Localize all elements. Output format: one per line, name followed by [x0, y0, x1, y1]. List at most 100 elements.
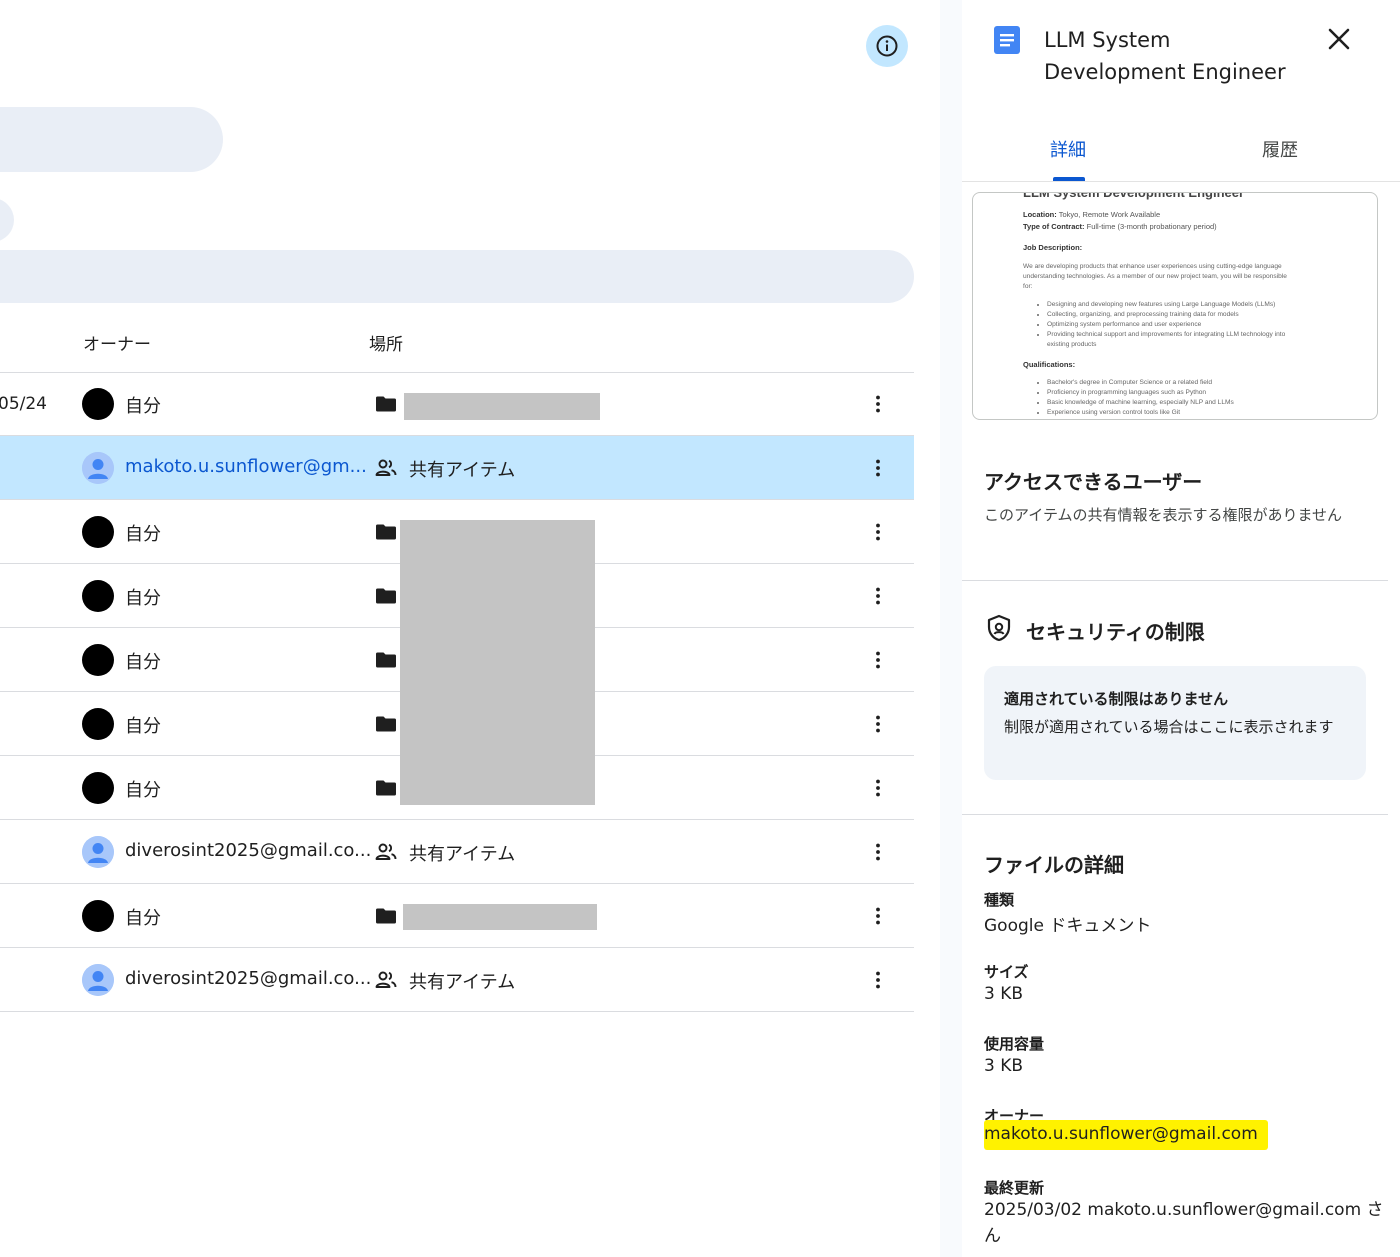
shared-users-icon: [374, 456, 398, 480]
avatar: [82, 452, 114, 484]
details-panel: LLM System Development Engineer 詳細 履歴 LL…: [962, 0, 1400, 1257]
preview-text: for:: [1023, 283, 1033, 290]
list-item: Bachelor's degree in Computer Science or…: [1047, 378, 1234, 388]
owner-value: makoto.u.sunflower@gmail.com: [984, 1120, 1268, 1150]
redacted-location: [404, 393, 600, 420]
details-toggle-button[interactable]: [866, 25, 908, 67]
size-value: 3 KB: [984, 984, 1024, 1004]
tab-activity[interactable]: 履歴: [1262, 136, 1298, 162]
owner-name: diverosint2025@gmail.co...: [125, 840, 372, 861]
folder-icon: [374, 712, 398, 736]
more-actions-icon[interactable]: [866, 840, 890, 864]
owner-name: diverosint2025@gmail.co...: [125, 968, 372, 989]
restrictions-box: 適用されている制限はありません 制限が適用されている場合はここに表示されます: [984, 666, 1366, 780]
google-docs-icon: [994, 26, 1020, 54]
more-actions-icon[interactable]: [866, 904, 890, 928]
owner-name: 自分: [125, 588, 161, 609]
filter-chip-placeholder[interactable]: [0, 107, 223, 172]
more-actions-icon[interactable]: [866, 584, 890, 608]
preview-heading: LLM System Development Engineer: [1023, 192, 1245, 200]
access-section-text: このアイテムの共有情報を表示する権限がありません: [984, 506, 1343, 524]
folder-icon: [374, 776, 398, 800]
avatar: [82, 772, 114, 804]
more-actions-icon[interactable]: [866, 968, 890, 992]
list-item: Basic knowledge of machine learning, esp…: [1047, 398, 1234, 408]
list-item: existing products: [1047, 341, 1097, 348]
avatar: [82, 580, 114, 612]
avatar: [82, 644, 114, 676]
location-text: 共有アイテム: [409, 972, 516, 993]
preview-qualifications-label: Qualifications:: [1023, 360, 1076, 369]
avatar: [82, 708, 114, 740]
more-actions-icon[interactable]: [866, 520, 890, 544]
owner-name: 自分: [125, 652, 161, 673]
more-actions-icon[interactable]: [866, 456, 890, 480]
folder-icon: [374, 584, 398, 608]
tab-divider: [962, 181, 1400, 182]
list-item: Providing technical support and improvem…: [1047, 330, 1285, 340]
folder-icon: [374, 520, 398, 544]
list-item: Proficiency in programming languages suc…: [1047, 388, 1234, 398]
type-label: 種類: [984, 891, 1015, 909]
shared-users-icon: [374, 968, 398, 992]
owner-name: 自分: [125, 524, 161, 545]
preview-duties-list: Designing and developing new features us…: [1047, 300, 1285, 350]
more-actions-icon[interactable]: [866, 712, 890, 736]
list-item: Optimizing system performance and user e…: [1047, 320, 1285, 330]
panel-gutter: [940, 0, 962, 1257]
storage-used-value: 3 KB: [984, 1056, 1024, 1076]
owner-name: makoto.u.sunflower@gm...: [125, 456, 367, 477]
person-icon: [82, 452, 114, 484]
column-header-owner[interactable]: オーナー: [83, 330, 151, 355]
person-icon: [82, 836, 114, 868]
owner-name: 自分: [125, 780, 161, 801]
storage-used-label: 使用容量: [984, 1035, 1045, 1053]
modified-value: 2025/03/02 makoto.u.sunflower@gmail.com …: [984, 1200, 1384, 1246]
table-row[interactable]: diverosint2025@gmail.co... 共有アイテム: [0, 820, 914, 884]
document-preview[interactable]: LLM System Development Engineer Location…: [972, 192, 1378, 420]
owner-name: 自分: [125, 908, 161, 929]
folder-icon: [374, 648, 398, 672]
folder-icon: [374, 392, 398, 416]
preview-qualifications-list: Bachelor's degree in Computer Science or…: [1047, 378, 1234, 418]
tab-details[interactable]: 詳細: [1050, 136, 1086, 162]
preview-contract: Type of Contract: Full-time (3-month pro…: [1023, 222, 1217, 231]
owner-name: 自分: [125, 716, 161, 737]
list-item: Designing and developing new features us…: [1047, 300, 1285, 310]
preview-location: Location: Tokyo, Remote Work Available: [1023, 210, 1161, 219]
avatar: [82, 516, 114, 548]
location-text: 共有アイテム: [409, 460, 516, 481]
details-file-title: LLM System Development Engineer: [1044, 28, 1286, 84]
toolbar-bar: [0, 250, 914, 303]
filter-chip-small[interactable]: [0, 198, 14, 242]
table-row[interactable]: makoto.u.sunflower@gm... 共有アイテム: [0, 436, 914, 500]
size-label: サイズ: [984, 963, 1029, 981]
list-item: Collecting, organizing, and preprocessin…: [1047, 310, 1285, 320]
table-row[interactable]: diverosint2025@gmail.co... 共有アイテム: [0, 948, 914, 1012]
close-icon[interactable]: [1324, 24, 1354, 54]
restrictions-title: 適用されている制限はありません: [1004, 690, 1229, 708]
column-header-location[interactable]: 場所: [369, 330, 403, 355]
section-divider: [962, 814, 1388, 815]
file-details-title: ファイルの詳細: [984, 853, 1124, 877]
file-list-pane: オーナー 場所 05/24 自分 makoto.u.sunflower@gm... 共…: [0, 0, 940, 1257]
modified-date: 05/24: [0, 394, 47, 414]
preview-job-description-label: Job Description:: [1023, 243, 1083, 252]
section-divider: [962, 580, 1388, 581]
access-section-title: アクセスできるユーザー: [984, 470, 1203, 494]
avatar: [82, 836, 114, 868]
restrictions-text: 制限が適用されている場合はここに表示されます: [1004, 718, 1334, 736]
redacted-location: [400, 520, 595, 805]
security-section-title: セキュリティの制限: [1026, 620, 1205, 644]
shared-users-icon: [374, 840, 398, 864]
type-value: Google ドキュメント: [984, 916, 1152, 936]
more-actions-icon[interactable]: [866, 648, 890, 672]
modified-label: 最終更新: [984, 1179, 1045, 1197]
avatar: [82, 388, 114, 420]
list-item: Experience using version control tools l…: [1047, 408, 1234, 418]
person-icon: [82, 964, 114, 996]
more-actions-icon[interactable]: [866, 776, 890, 800]
more-actions-icon[interactable]: [866, 392, 890, 416]
avatar: [82, 900, 114, 932]
location-text: 共有アイテム: [409, 844, 516, 865]
